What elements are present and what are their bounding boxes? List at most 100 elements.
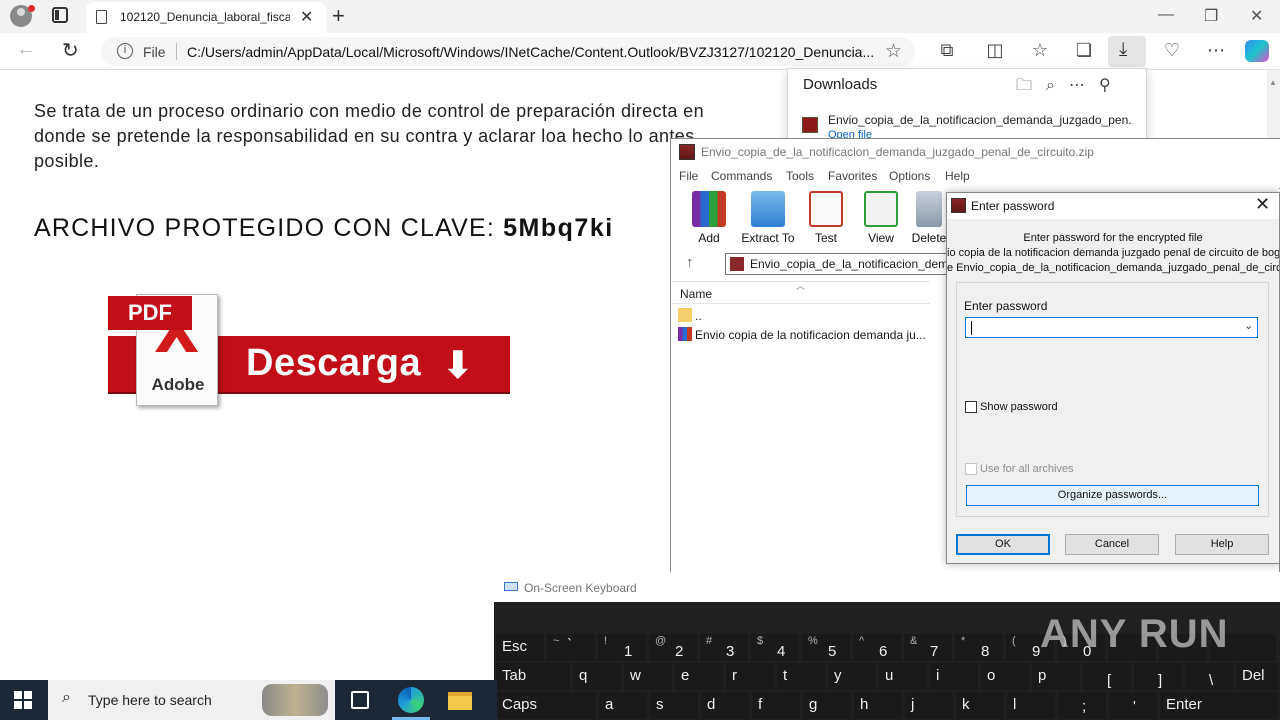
tool-extract-to[interactable]: Extract To xyxy=(741,191,795,245)
cancel-button[interactable]: Cancel xyxy=(1065,534,1159,555)
browser-essentials-icon[interactable]: ♡ xyxy=(1159,40,1185,61)
key-label: [ xyxy=(1107,672,1112,689)
chevron-down-icon[interactable]: ⌄ xyxy=(1244,319,1253,332)
scroll-up-icon[interactable]: ▲ xyxy=(1269,78,1277,87)
key-label: 6 xyxy=(879,643,888,660)
up-folder-icon[interactable]: ↑ xyxy=(686,254,694,271)
key-g[interactable]: g xyxy=(803,692,851,719)
new-tab-icon[interactable]: + xyxy=(332,3,345,29)
key-1[interactable]: ! 1 xyxy=(598,634,646,661)
key-y[interactable]: y xyxy=(828,663,876,690)
key-3[interactable]: #3 xyxy=(700,634,748,661)
refresh-icon[interactable]: ↻ xyxy=(62,38,79,63)
use-for-all-checkbox[interactable] xyxy=(965,463,977,475)
edge-icon[interactable] xyxy=(398,687,424,713)
tool-test[interactable]: Test xyxy=(800,191,852,245)
more-options-icon[interactable]: ⋯ xyxy=(1069,77,1099,94)
close-window-icon[interactable]: ✕ xyxy=(1250,6,1263,26)
delete-bin-icon xyxy=(916,191,942,227)
organize-passwords-button[interactable]: Organize passwords... xyxy=(966,485,1259,506)
menu-favorites[interactable]: Favorites xyxy=(828,169,877,183)
back-icon[interactable]: ← xyxy=(16,38,36,61)
restore-icon[interactable]: ❐ xyxy=(1204,6,1218,26)
key-w[interactable]: w xyxy=(624,663,672,690)
address-bar[interactable]: i File C:/Users/admin/AppData/Local/Micr… xyxy=(101,37,915,66)
tab-actions-icon[interactable] xyxy=(52,7,68,23)
browser-tab[interactable]: 102120_Denuncia_laboral_fiscal_ ✕ xyxy=(86,2,326,33)
key-backslash[interactable]: \ xyxy=(1185,663,1233,690)
key-o[interactable]: o xyxy=(981,663,1029,690)
search-icon[interactable]: ⌕ xyxy=(1046,77,1069,94)
windows-start-icon[interactable] xyxy=(14,691,32,709)
favorites-icon[interactable]: ☆ xyxy=(1027,40,1053,61)
key-2[interactable]: @2 xyxy=(649,634,697,661)
key-u[interactable]: u xyxy=(879,663,927,690)
key-del[interactable]: Del xyxy=(1236,663,1278,690)
password-input[interactable]: ⌄ xyxy=(965,317,1258,338)
key-j[interactable]: j xyxy=(905,692,953,719)
key-7[interactable]: & 7 xyxy=(904,634,952,661)
list-item[interactable]: Envio copia de la notificacion demanda j… xyxy=(672,325,930,344)
key-h[interactable]: h xyxy=(854,692,902,719)
key-caps[interactable]: Caps xyxy=(496,692,596,719)
key-8[interactable]: * 8 xyxy=(955,634,1003,661)
key-p[interactable]: p xyxy=(1032,663,1080,690)
downloads-button[interactable]: ⤓ xyxy=(1108,36,1146,67)
key-quote[interactable]: ' xyxy=(1109,692,1157,719)
key-semicolon[interactable]: ; xyxy=(1058,692,1106,719)
key-close-bracket[interactable]: ] xyxy=(1134,663,1182,690)
key-s[interactable]: s xyxy=(650,692,698,719)
key-6[interactable]: ^ 6 xyxy=(853,634,901,661)
url-text[interactable]: C:/Users/admin/AppData/Local/Microsoft/W… xyxy=(187,44,877,60)
pin-icon[interactable]: ⚲ xyxy=(1099,77,1125,94)
tab-close-icon[interactable]: ✕ xyxy=(300,7,313,27)
menu-help[interactable]: Help xyxy=(945,169,970,183)
dialog-close-icon[interactable]: ✕ xyxy=(1255,194,1270,215)
download-banner[interactable]: ⅄ Adobe PDF Descarga ⬇ xyxy=(108,294,510,406)
menu-options[interactable]: Options xyxy=(889,169,930,183)
key-d[interactable]: d xyxy=(701,692,749,719)
key-a[interactable]: a xyxy=(599,692,647,719)
tool-add[interactable]: Add xyxy=(683,191,735,245)
list-item[interactable]: .. xyxy=(672,306,930,325)
download-item-name[interactable]: Envio_copia_de_la_notificacion_demanda_j… xyxy=(828,113,1133,127)
key-f[interactable]: f xyxy=(752,692,800,719)
key-k[interactable]: k xyxy=(956,692,1004,719)
split-screen-icon[interactable]: ◫ xyxy=(982,40,1008,61)
help-button[interactable]: Help xyxy=(1175,534,1269,555)
key-tab[interactable]: Tab xyxy=(496,663,570,690)
show-password-checkbox[interactable] xyxy=(965,401,977,413)
menu-tools[interactable]: Tools xyxy=(786,169,814,183)
open-folder-icon[interactable]: 🗀 xyxy=(1016,77,1046,94)
key-t[interactable]: t xyxy=(777,663,825,690)
ok-button[interactable]: OK xyxy=(956,534,1050,555)
collections-icon[interactable]: ❏ xyxy=(1071,40,1097,61)
key-esc[interactable]: Esc xyxy=(496,634,544,661)
menu-file[interactable]: File xyxy=(679,169,698,183)
key-enter[interactable]: Enter xyxy=(1160,692,1278,719)
key-5[interactable]: % 5 xyxy=(802,634,850,661)
key-i[interactable]: i xyxy=(930,663,978,690)
key-4[interactable]: $4 xyxy=(751,634,799,661)
path-box[interactable]: Envio_copia_de_la_notificacion_dema xyxy=(725,253,955,275)
tool-delete[interactable]: Delete xyxy=(909,191,949,245)
key-open-bracket[interactable]: [ xyxy=(1083,663,1131,690)
key-l[interactable]: l xyxy=(1007,692,1055,719)
password-notice-label: ARCHIVO PROTEGIDO CON CLAVE: xyxy=(34,214,504,242)
key-backtick[interactable]: ~ ` xyxy=(547,634,595,661)
file-explorer-icon[interactable] xyxy=(448,692,472,710)
tool-view[interactable]: View xyxy=(855,191,907,245)
task-view-icon[interactable] xyxy=(351,691,369,709)
minimize-icon[interactable]: — xyxy=(1158,6,1174,24)
column-header-name[interactable]: Name ︿ xyxy=(672,281,930,304)
key-e[interactable]: e xyxy=(675,663,723,690)
copilot-icon[interactable] xyxy=(1245,40,1269,62)
info-icon[interactable]: i xyxy=(117,43,133,59)
key-q[interactable]: q xyxy=(573,663,621,690)
taskbar-search[interactable]: ⌕ Type here to search xyxy=(48,680,335,720)
key-r[interactable]: r xyxy=(726,663,774,690)
favorite-star-icon[interactable]: ☆ xyxy=(885,40,902,63)
menu-commands[interactable]: Commands xyxy=(711,169,772,183)
more-menu-icon[interactable]: ⋯ xyxy=(1203,40,1229,61)
extensions-icon[interactable]: ⧉ xyxy=(934,40,960,61)
